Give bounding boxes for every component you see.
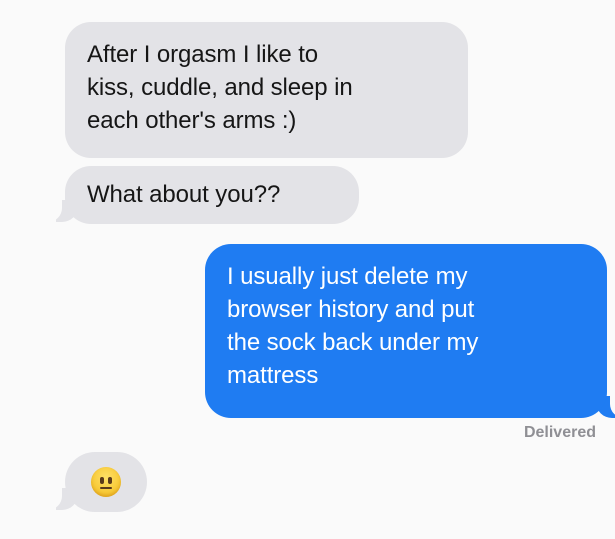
sent-message[interactable]: I usually just delete my browser history… bbox=[205, 244, 607, 418]
received-message[interactable]: What about you?? bbox=[65, 166, 359, 224]
message-thread: After I orgasm I like to kiss, cuddle, a… bbox=[0, 0, 615, 539]
delivery-status: Delivered bbox=[523, 424, 596, 441]
eye bbox=[100, 477, 104, 484]
neutral-face-icon bbox=[91, 467, 121, 497]
received-message[interactable]: After I orgasm I like to kiss, cuddle, a… bbox=[65, 22, 468, 158]
mouth bbox=[100, 487, 112, 489]
eye bbox=[108, 477, 112, 484]
